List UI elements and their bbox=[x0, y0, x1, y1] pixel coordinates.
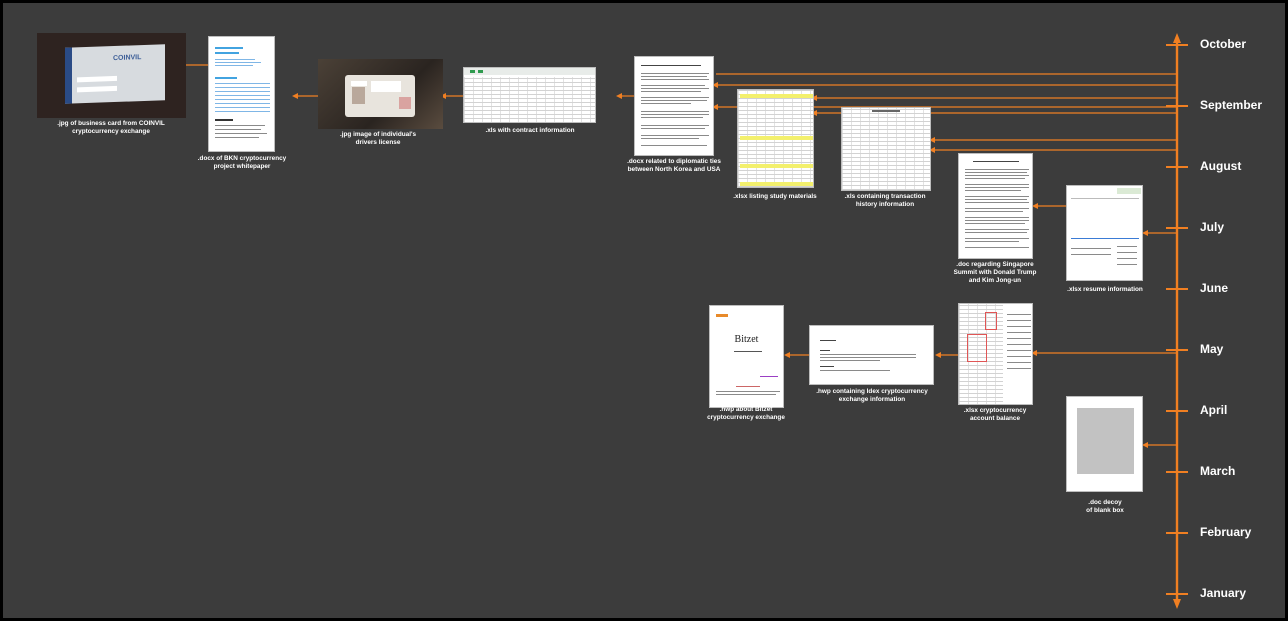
study-xlsx-caption: .xlsx listing study materials bbox=[733, 193, 817, 200]
bkn-whitepaper-caption: .docx of BKN cryptocurrency project whit… bbox=[197, 155, 287, 171]
month-label-may: May bbox=[1200, 342, 1224, 356]
business-card-caption: .jpg of business card from COINVIL crypt… bbox=[57, 120, 165, 136]
singapore-doc-caption: .doc regarding Singapore Summit with Don… bbox=[953, 261, 1037, 285]
business-card-thumbnail: COINVIL bbox=[37, 33, 186, 118]
bitzet-hwp-thumbnail: Bitzet bbox=[709, 305, 784, 408]
transaction-xls-caption: .xls containing transaction history info… bbox=[844, 193, 926, 209]
idex-hwp-caption: .hwp containing Idex cryptocurrency exch… bbox=[816, 388, 928, 404]
resume-xlsx-thumbnail bbox=[1066, 185, 1143, 281]
timeline-diagram: October September August July June May A… bbox=[3, 3, 1285, 618]
bitzet-title: Bitzet bbox=[734, 334, 759, 345]
month-label-september: September bbox=[1200, 98, 1263, 112]
month-label-march: March bbox=[1200, 464, 1236, 478]
card-image: COINVIL bbox=[65, 44, 165, 104]
month-label-january: January bbox=[1200, 586, 1247, 600]
study-xlsx-thumbnail bbox=[737, 89, 814, 188]
idex-hwp-thumbnail bbox=[809, 325, 934, 385]
axis-arrow-down bbox=[1173, 599, 1181, 609]
decoy-doc-caption: .doc decoy of blank box bbox=[1086, 499, 1124, 515]
singapore-doc-thumbnail bbox=[958, 153, 1033, 259]
blank-box bbox=[1077, 408, 1134, 474]
resume-xlsx-caption: .xlsx resume information bbox=[1067, 286, 1143, 293]
decoy-doc-thumbnail bbox=[1066, 396, 1143, 492]
balance-xlsx-thumbnail bbox=[958, 303, 1033, 405]
month-label-october: October bbox=[1200, 37, 1247, 51]
month-label-june: June bbox=[1200, 281, 1229, 295]
bkn-whitepaper-thumbnail bbox=[208, 36, 275, 152]
axis-arrow-up bbox=[1173, 33, 1181, 43]
diplomatic-docx-thumbnail bbox=[634, 56, 714, 156]
coinvil-logo: COINVIL bbox=[113, 54, 142, 63]
transaction-xls-thumbnail bbox=[841, 107, 931, 191]
contract-xls-thumbnail bbox=[463, 67, 596, 123]
month-label-august: August bbox=[1200, 159, 1242, 173]
contract-xls-caption: .xls with contract information bbox=[485, 127, 575, 134]
bitzet-hwp-caption: .hwp about Bitzet cryptocurrency exchang… bbox=[707, 406, 785, 422]
drivers-license-caption: .jpg image of individual's drivers licen… bbox=[339, 131, 417, 147]
balance-xlsx-caption: .xlsx cryptocurrency account balance bbox=[963, 407, 1027, 423]
diplomatic-docx-caption: .docx related to diplomatic ties between… bbox=[627, 158, 721, 174]
month-label-february: February bbox=[1200, 525, 1252, 539]
month-label-july: July bbox=[1200, 220, 1225, 234]
month-label-april: April bbox=[1200, 403, 1228, 417]
license-card-image bbox=[345, 75, 415, 117]
drivers-license-thumbnail bbox=[318, 59, 443, 129]
